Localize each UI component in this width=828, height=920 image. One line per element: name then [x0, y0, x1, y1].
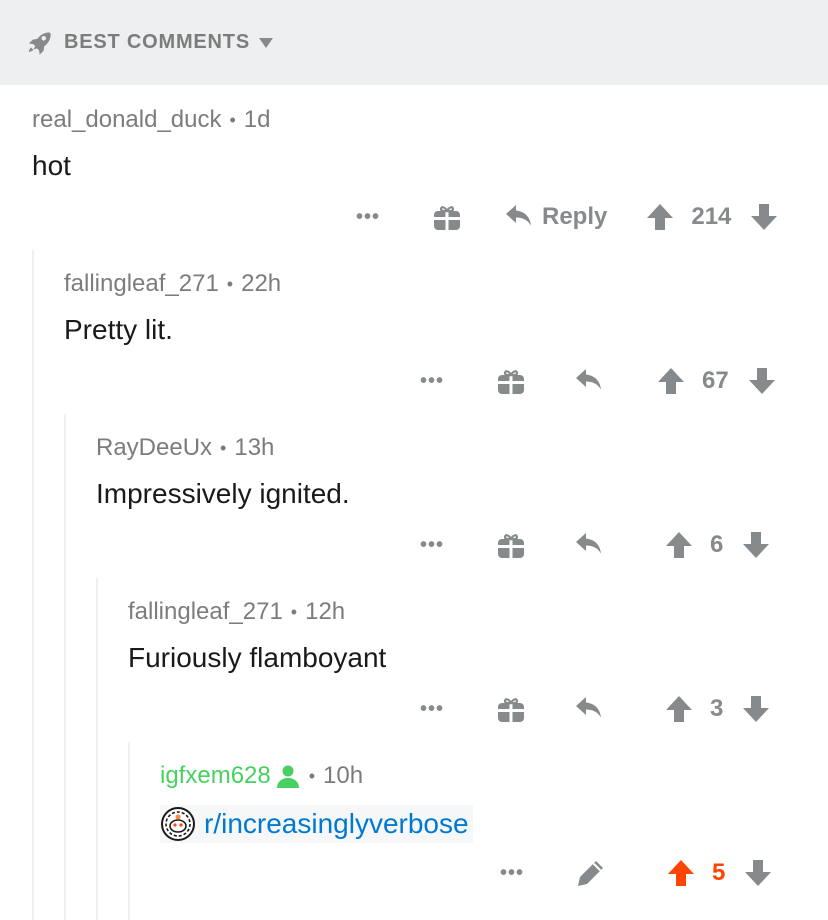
downvote-arrow-icon [745, 860, 772, 886]
reply-button[interactable] [574, 367, 604, 395]
meta-separator: • [220, 437, 227, 458]
upvote-arrow-icon [666, 532, 692, 558]
meta-separator: • [308, 765, 316, 786]
reply-button[interactable] [574, 695, 604, 723]
subreddit-link-text[interactable]: r/increasinglyverbose [204, 808, 469, 840]
award-button[interactable] [494, 694, 528, 724]
more-options-button[interactable]: ••• [352, 206, 384, 229]
comment-author[interactable]: fallingleaf_271 [128, 598, 283, 626]
more-options-button[interactable]: ••• [496, 862, 528, 885]
upvote-arrow-icon [666, 696, 692, 722]
comment-time: 13h [234, 434, 275, 461]
more-options-button[interactable]: ••• [416, 370, 448, 393]
upvote-button[interactable] [664, 694, 694, 724]
thread-line[interactable] [128, 742, 130, 920]
meta-separator: • [290, 601, 298, 622]
comment-body: Pretty lit. [64, 314, 173, 345]
vote-score: 67 [702, 367, 729, 394]
subreddit-icon [161, 807, 195, 841]
sort-label: BEST COMMENTS [64, 31, 250, 53]
gift-icon [434, 206, 460, 230]
more-options-button[interactable]: ••• [416, 698, 448, 721]
meta-separator: • [229, 109, 236, 130]
more-options-button[interactable]: ••• [416, 534, 448, 557]
downvote-arrow-icon [743, 696, 770, 722]
subreddit-link[interactable]: r/increasinglyverbose [160, 805, 473, 843]
thread-line[interactable] [96, 578, 98, 920]
gift-icon [498, 370, 524, 394]
award-button[interactable] [494, 366, 528, 396]
comment-body: hot [32, 150, 71, 181]
downvote-arrow-icon [743, 532, 770, 558]
reply-button[interactable]: Reply [504, 203, 607, 231]
comment-time: 12h [305, 598, 346, 625]
downvote-button[interactable] [741, 694, 771, 724]
rocket-icon [28, 31, 51, 55]
downvote-arrow-icon [751, 204, 778, 230]
upvote-arrow-icon [668, 860, 694, 886]
reply-arrow-icon [506, 205, 531, 226]
comment-actions: ••• 67 [416, 361, 777, 401]
comment-meta: fallingleaf_271 • 22h [64, 270, 281, 298]
comment-meta: real_donald_duck • 1d [32, 106, 271, 134]
moderator-icon [276, 765, 299, 788]
gift-icon [498, 698, 524, 722]
reply-arrow-icon [576, 369, 601, 390]
sort-bar[interactable]: BEST COMMENTS [0, 0, 828, 85]
comment-actions: ••• Reply 214 [352, 197, 779, 237]
comment-author[interactable]: fallingleaf_271 [64, 270, 219, 298]
meta-separator: • [226, 273, 234, 294]
downvote-button[interactable] [749, 202, 779, 232]
vote-score: 5 [712, 859, 726, 886]
thread-line[interactable] [32, 250, 34, 920]
comment-meta: RayDeeUx • 13h [96, 434, 274, 462]
downvote-button[interactable] [743, 858, 773, 888]
comment-body: Furiously flamboyant [128, 642, 387, 673]
reply-label: Reply [542, 203, 608, 230]
downvote-button[interactable] [747, 366, 777, 396]
downvote-arrow-icon [748, 368, 775, 394]
comment-time: 10h [323, 762, 364, 789]
comment-actions: ••• 5 [496, 853, 773, 893]
vote-score: 3 [710, 695, 724, 722]
comment-author[interactable]: RayDeeUx [96, 434, 212, 462]
upvote-button[interactable] [645, 202, 675, 232]
comment-meta: igfxem628 • 10h [160, 762, 363, 790]
award-button[interactable] [494, 530, 528, 560]
upvote-button[interactable] [656, 366, 686, 396]
comment-actions: ••• 3 [416, 689, 771, 729]
caret-down-icon [258, 37, 273, 48]
comment-body: Impressively ignited. [96, 478, 350, 509]
upvote-button[interactable] [666, 858, 696, 888]
comment-meta: fallingleaf_271 • 12h [128, 598, 345, 626]
reply-arrow-icon [576, 697, 601, 718]
vote-score: 214 [691, 203, 732, 230]
vote-score: 6 [710, 531, 724, 558]
comment-author[interactable]: real_donald_duck [32, 106, 221, 134]
gift-icon [498, 534, 524, 558]
reply-arrow-icon [576, 533, 601, 554]
comment-time: 1d [243, 106, 271, 133]
comment-author[interactable]: igfxem628 [160, 762, 271, 790]
upvote-arrow-icon [647, 204, 674, 230]
comment-time: 22h [241, 270, 282, 297]
thread-line[interactable] [64, 414, 66, 920]
award-button[interactable] [430, 202, 464, 232]
upvote-arrow-icon [658, 368, 684, 394]
downvote-button[interactable] [741, 530, 771, 560]
pencil-icon [578, 861, 603, 886]
reply-button[interactable] [574, 531, 604, 559]
upvote-button[interactable] [664, 530, 694, 560]
edit-button[interactable] [576, 858, 606, 888]
comment-actions: ••• 6 [416, 525, 771, 565]
